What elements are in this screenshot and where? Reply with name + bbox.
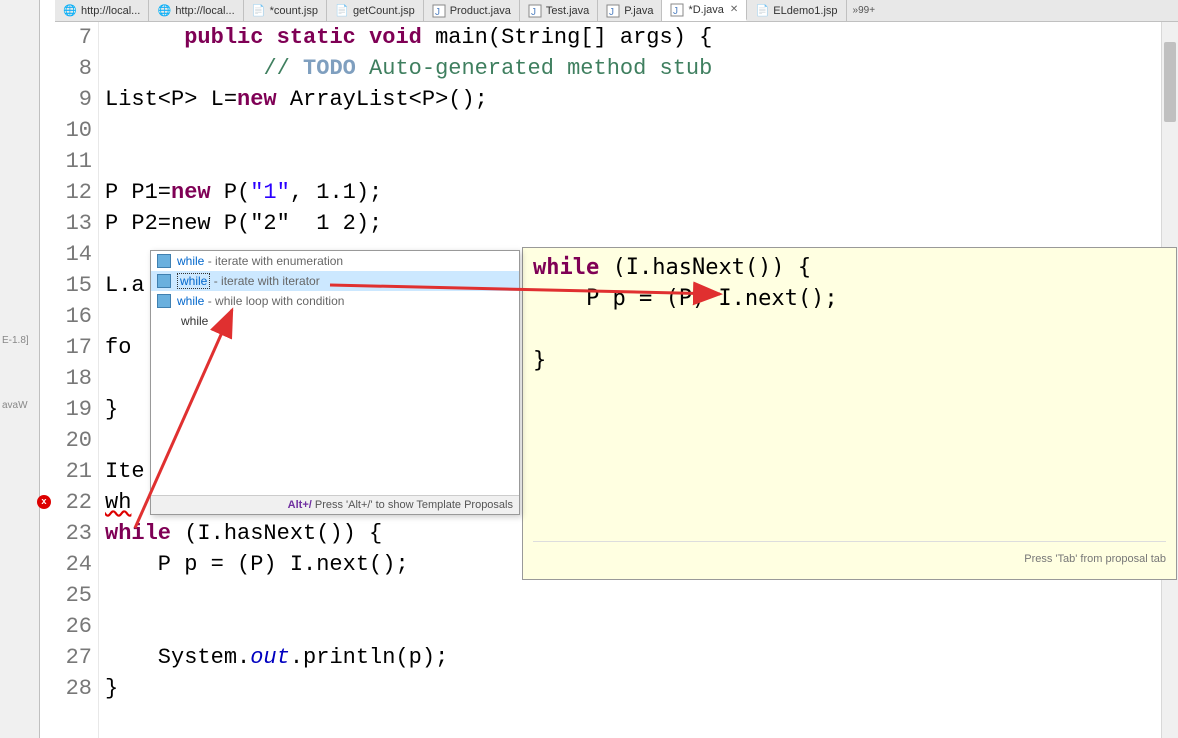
tab-label: *count.jsp — [270, 5, 318, 17]
editor-tab-bar: 🌐 http://local... 🌐 http://local... 📄 *c… — [55, 0, 1178, 22]
line-number: 13 — [55, 208, 92, 239]
sidebar-text-javaw: avaW — [2, 400, 28, 411]
tab-http-1[interactable]: 🌐 http://local... — [55, 0, 149, 21]
line-number: 24 — [55, 549, 92, 580]
code-line: } — [105, 673, 1160, 704]
proposal-preview-code: while (I.hasNext()) { P p = (P) I.next()… — [533, 252, 1166, 541]
proposal-while-condition[interactable]: while - while loop with condition — [151, 291, 519, 311]
code-line: System.out.println(p); — [105, 642, 1160, 673]
left-sidebar: E-1.8] avaW — [0, 0, 40, 738]
jsp-icon: 📄 — [335, 4, 349, 18]
tab-label: http://local... — [175, 5, 234, 17]
tab-label: *D.java — [688, 4, 723, 16]
template-icon — [157, 254, 171, 268]
tab-d-java[interactable]: J *D.java ✕ — [662, 0, 747, 21]
svg-text:J: J — [673, 6, 678, 17]
svg-text:J: J — [531, 7, 536, 18]
line-number: 9 — [55, 84, 92, 115]
line-number: 20 — [55, 425, 92, 456]
line-number: 25 — [55, 580, 92, 611]
line-number: 11 — [55, 146, 92, 177]
tab-label: getCount.jsp — [353, 5, 415, 17]
globe-icon: 🌐 — [157, 4, 171, 18]
line-number: x 22 — [55, 487, 92, 518]
jsp-icon: 📄 — [252, 4, 266, 18]
java-icon: J — [606, 4, 620, 18]
tab-label: ELdemo1.jsp — [773, 5, 837, 17]
line-number: 8 — [55, 53, 92, 84]
line-number: 28 — [55, 673, 92, 704]
tab-label: Test.java — [546, 5, 589, 17]
close-icon[interactable]: ✕ — [730, 4, 738, 15]
java-icon: J — [432, 4, 446, 18]
line-number: 18 — [55, 363, 92, 394]
code-line — [105, 146, 1160, 177]
line-number: 16 — [55, 301, 92, 332]
code-line: public static void main(String[] args) { — [105, 22, 1160, 53]
content-assist-list: while - iterate with enumeration while -… — [151, 251, 519, 495]
template-icon — [157, 274, 171, 288]
code-line: // TODO Auto-generated method stub — [105, 53, 1160, 84]
code-line: List<P> L=new ArrayList<P>(); — [105, 84, 1160, 115]
svg-text:J: J — [435, 7, 440, 18]
tab-p-java[interactable]: J P.java — [598, 0, 662, 21]
line-number: 7 — [55, 22, 92, 53]
scrollbar-thumb[interactable] — [1164, 42, 1176, 122]
line-number: 21 — [55, 456, 92, 487]
content-assist-popup: while - iterate with enumeration while -… — [150, 250, 520, 515]
sidebar-text-jre: E-1.8] — [2, 335, 29, 346]
line-number: 15 — [55, 270, 92, 301]
content-assist-footer: Alt+/ Press 'Alt+/' to show Template Pro… — [151, 495, 519, 514]
proposal-while-keyword[interactable]: while — [151, 311, 519, 331]
globe-icon: 🌐 — [63, 4, 77, 18]
line-number: 19 — [55, 394, 92, 425]
line-number: 12 — [55, 177, 92, 208]
tab-label: http://local... — [81, 5, 140, 17]
code-line: P P2=new P("2" 1 2); — [105, 208, 1160, 239]
error-icon[interactable]: x — [37, 495, 51, 509]
line-number: 23 — [55, 518, 92, 549]
java-icon: J — [670, 3, 684, 17]
line-number: 27 — [55, 642, 92, 673]
tab-count-jsp[interactable]: 📄 *count.jsp — [244, 0, 327, 21]
proposal-while-enumeration[interactable]: while - iterate with enumeration — [151, 251, 519, 271]
tab-http-2[interactable]: 🌐 http://local... — [149, 0, 243, 21]
code-line: P P1=new P("1", 1.1); — [105, 177, 1160, 208]
line-number: 17 — [55, 332, 92, 363]
tab-product-java[interactable]: J Product.java — [424, 0, 520, 21]
line-number: 26 — [55, 611, 92, 642]
svg-text:J: J — [609, 7, 614, 18]
line-number: 14 — [55, 239, 92, 270]
code-line — [105, 115, 1160, 146]
jsp-icon: 📄 — [755, 4, 769, 18]
proposal-doc-popup: while (I.hasNext()) { P p = (P) I.next()… — [522, 247, 1177, 580]
tab-label: P.java — [624, 5, 653, 17]
tab-getcount-jsp[interactable]: 📄 getCount.jsp — [327, 0, 424, 21]
code-line — [105, 580, 1160, 611]
line-number: 10 — [55, 115, 92, 146]
tab-test-java[interactable]: J Test.java — [520, 0, 598, 21]
proposal-doc-footer: Press 'Tab' from proposal tab — [533, 541, 1166, 575]
line-number-gutter: 7 8 9 10 11 12 13 14 15 16 17 18 19 20 2… — [55, 22, 99, 738]
code-line — [105, 611, 1160, 642]
template-icon — [157, 294, 171, 308]
tab-label: Product.java — [450, 5, 511, 17]
tab-eldemo-jsp[interactable]: 📄 ELdemo1.jsp — [747, 0, 846, 21]
java-icon: J — [528, 4, 542, 18]
proposal-while-iterator[interactable]: while - iterate with iterator — [151, 271, 519, 291]
tab-overflow-button[interactable]: »99+ — [847, 0, 882, 21]
